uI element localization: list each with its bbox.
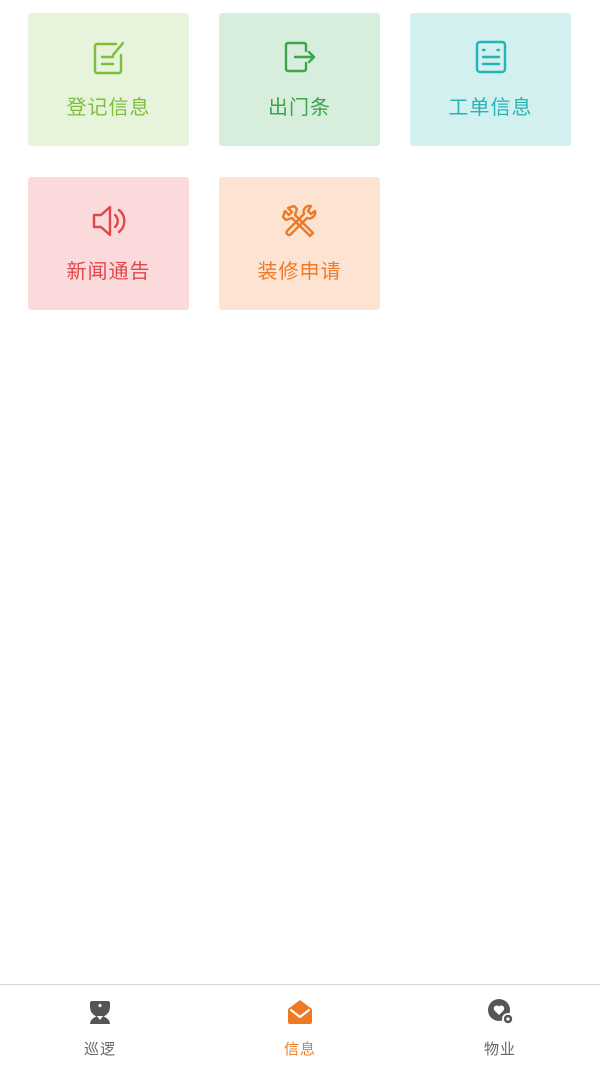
- tab-label: 巡逻: [83, 1040, 116, 1058]
- guard-icon: [85, 997, 115, 1027]
- tab-property[interactable]: 物业: [400, 985, 600, 1068]
- bottom-tab-bar: 巡逻 信息 物业: [0, 984, 600, 1067]
- speaker-icon: [89, 201, 129, 241]
- tools-icon: [280, 201, 320, 241]
- tile-label: 工单信息: [448, 95, 533, 119]
- tab-information[interactable]: 信息: [200, 985, 400, 1068]
- exit-icon: [280, 37, 320, 77]
- tile-renovation-application[interactable]: 装修申请: [219, 177, 380, 310]
- tile-label: 装修申请: [257, 259, 342, 283]
- tile-label: 出门条: [268, 95, 331, 119]
- edit-note-icon: [89, 37, 129, 77]
- mail-icon: [285, 997, 315, 1027]
- tile-label: 新闻通告: [66, 259, 151, 283]
- property-settings-icon: [485, 997, 515, 1027]
- form-icon: [471, 37, 511, 77]
- tab-label: 物业: [483, 1040, 516, 1058]
- tile-label: 登记信息: [66, 95, 151, 119]
- tab-patrol[interactable]: 巡逻: [0, 985, 200, 1068]
- tile-register-info[interactable]: 登记信息: [28, 13, 189, 146]
- tile-work-order-info[interactable]: 工单信息: [410, 13, 571, 146]
- tab-label: 信息: [283, 1040, 316, 1058]
- tile-exit-pass[interactable]: 出门条: [219, 13, 380, 146]
- tile-news-notice[interactable]: 新闻通告: [28, 177, 189, 310]
